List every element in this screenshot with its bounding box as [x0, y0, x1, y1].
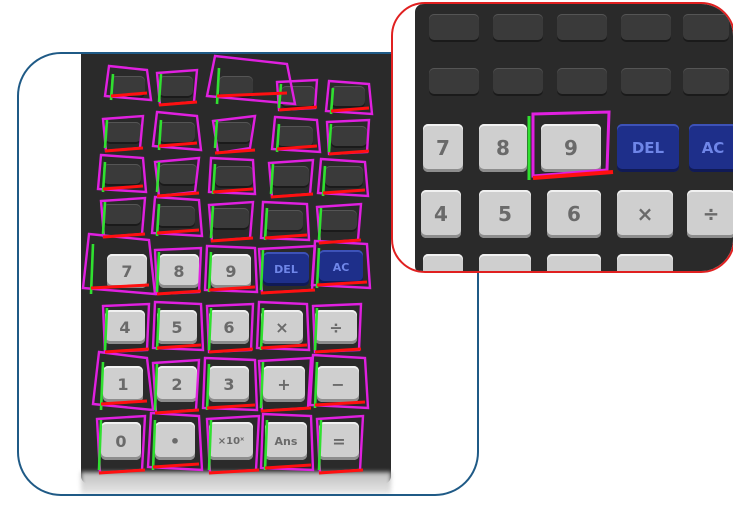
red-edge	[158, 100, 198, 107]
magenta-box	[325, 118, 371, 156]
green-edge	[313, 361, 319, 409]
magenta-box	[205, 414, 261, 475]
red-edge	[330, 106, 370, 113]
magenta-box	[259, 412, 315, 472]
magenta-box	[151, 358, 201, 415]
magenta-box	[211, 114, 257, 155]
green-edge	[269, 163, 275, 195]
green-edge	[211, 163, 217, 195]
red-edge	[318, 468, 364, 475]
red-edge	[216, 91, 288, 98]
green-edge	[315, 247, 321, 289]
green-edge	[215, 67, 221, 105]
green-edge	[259, 361, 265, 409]
green-edge	[97, 419, 103, 471]
red-edge	[264, 233, 308, 240]
magenta-box	[101, 302, 151, 354]
red-edge	[208, 468, 260, 475]
red-edge	[328, 149, 370, 156]
red-edge	[110, 91, 148, 98]
magenta-box	[315, 414, 365, 475]
magenta-box	[151, 300, 205, 352]
magenta-box	[257, 244, 317, 295]
red-edge	[314, 400, 366, 407]
green-edge	[151, 419, 157, 471]
green-edge	[263, 207, 269, 241]
red-edge	[264, 463, 312, 470]
green-edge	[327, 123, 333, 153]
red-edge	[152, 462, 200, 469]
green-edge	[317, 419, 323, 471]
red-edge	[102, 184, 144, 191]
green-edge	[155, 203, 161, 237]
magenta-box	[275, 78, 319, 112]
magenta-box	[315, 202, 363, 245]
magenta-boxes	[81, 54, 374, 475]
red-edge	[156, 191, 200, 198]
green-edge	[313, 307, 319, 351]
magenta-box	[153, 246, 203, 296]
red-edge	[316, 280, 368, 287]
red-edge	[154, 408, 200, 415]
green-edge	[263, 419, 269, 471]
green-edge	[153, 363, 159, 411]
green-edge	[155, 307, 161, 351]
green-edge	[157, 73, 163, 103]
red-edge	[214, 148, 256, 155]
green-edge	[207, 307, 213, 351]
red-edge	[260, 288, 316, 295]
green-edge	[277, 83, 283, 109]
green-edge	[205, 363, 211, 411]
magenta-box	[153, 156, 201, 198]
magenta-box	[95, 414, 147, 475]
red-edge	[206, 403, 256, 410]
green-edge	[317, 207, 323, 241]
magenta-box	[257, 356, 313, 413]
green-edge	[103, 307, 109, 351]
green-edge	[259, 249, 265, 291]
magenta-box	[267, 158, 315, 199]
red-edge	[278, 105, 318, 112]
red-edge	[260, 406, 312, 413]
calculator-zoom-view: 7 8 9 DEL AC 4 5 6 × ÷	[391, 2, 733, 273]
red-edge	[270, 192, 314, 199]
red-edge	[158, 141, 198, 148]
red-edge	[104, 146, 144, 153]
red-edge	[208, 285, 256, 292]
red-edge	[156, 228, 200, 235]
detection-overlay-zoomed	[527, 110, 614, 180]
magenta-box	[201, 356, 259, 412]
red-edge	[104, 347, 150, 354]
magenta-box	[207, 200, 255, 243]
green-edge	[207, 419, 213, 471]
red-edge	[276, 144, 318, 151]
red-edge	[100, 399, 148, 406]
green-edge	[155, 251, 161, 293]
red-edge	[322, 188, 366, 195]
red-edge	[314, 347, 362, 354]
red-edge	[90, 283, 150, 290]
green-edge	[207, 251, 213, 293]
red-edge	[156, 289, 202, 296]
magenta-box	[311, 302, 363, 354]
red-edge	[98, 468, 146, 475]
green-edge	[209, 205, 215, 239]
red-edge	[212, 187, 254, 194]
red-edge	[156, 343, 202, 350]
red-edge	[260, 343, 308, 350]
green-edge	[103, 119, 109, 149]
magenta-box	[205, 302, 255, 354]
magenta-box	[101, 114, 145, 153]
red-edge	[210, 236, 254, 243]
magenta-box	[99, 196, 147, 239]
green-edge	[101, 201, 107, 235]
magenta-box	[155, 68, 199, 107]
green-edge	[259, 307, 265, 351]
red-edge	[208, 347, 254, 354]
magenta-box-highlight	[531, 110, 611, 178]
magenta-box	[308, 353, 370, 410]
red-edge	[102, 232, 146, 239]
magenta-box	[255, 300, 311, 352]
magenta-box	[203, 244, 259, 294]
